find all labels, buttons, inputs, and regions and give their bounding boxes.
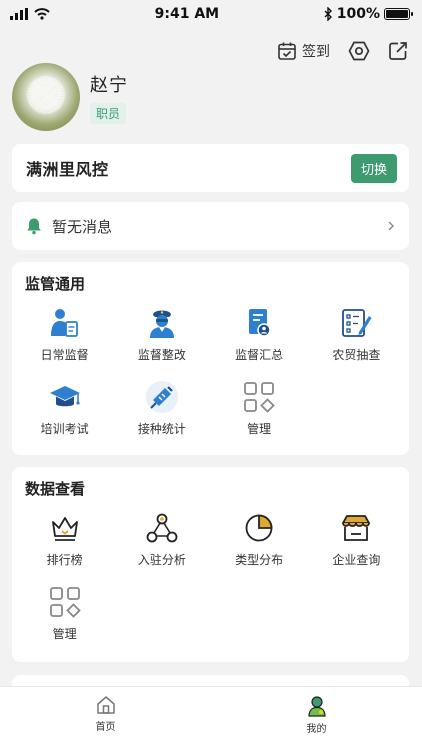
- menu-market-spot-check[interactable]: 农贸抽查: [308, 294, 405, 368]
- menu-label: 日常监督: [40, 348, 89, 362]
- menu-label: 接种统计: [137, 422, 186, 436]
- syringe-icon: [145, 380, 179, 414]
- menu-daily-supervision[interactable]: 日常监督: [16, 294, 113, 368]
- menu-company-query[interactable]: 企业查询: [308, 499, 405, 573]
- network-nodes-icon: [145, 511, 179, 545]
- document-summary-icon: [242, 306, 276, 340]
- data-view-section: 数据查看 排行榜 入驻分析 类型分布 企业查询 管理: [12, 467, 409, 662]
- tab-bar: 首页 我的: [0, 686, 422, 750]
- menu-label: 监督整改: [137, 348, 186, 362]
- switch-button[interactable]: 切换: [350, 153, 397, 183]
- menu-label: 企业查询: [332, 553, 381, 567]
- user-name: 赵宁: [90, 74, 128, 96]
- menu-label: 培训考试: [40, 422, 89, 436]
- tab-mine-label: 我的: [306, 724, 327, 735]
- inspector-icon: [48, 306, 82, 340]
- menu-label: 农贸抽查: [332, 348, 381, 362]
- graduation-cap-icon: [48, 380, 82, 414]
- org-name: 满洲里风控: [26, 160, 109, 179]
- menu-label: 类型分布: [235, 553, 284, 567]
- role-badge: 职员: [90, 102, 127, 124]
- menu-supervision-summary[interactable]: 监督汇总: [211, 294, 308, 368]
- menu-training-exam[interactable]: 培训考试: [16, 368, 113, 442]
- calendar-check-icon: [278, 42, 296, 60]
- tab-home-label: 首页: [95, 722, 116, 733]
- status-bar: 9:41 AM 100%: [0, 0, 422, 28]
- checkin-button[interactable]: 签到: [277, 41, 330, 61]
- message-card[interactable]: 暂无消息: [12, 202, 409, 250]
- pie-chart-icon: [242, 511, 276, 545]
- profile-icon: [307, 696, 326, 717]
- settings-button[interactable]: [348, 40, 370, 62]
- battery-icon: [383, 8, 413, 20]
- checkin-label: 签到: [302, 44, 330, 60]
- menu-settle-analysis[interactable]: 入驻分析: [113, 499, 210, 573]
- signal-icon: [10, 8, 28, 20]
- crown-icon: [48, 511, 82, 545]
- message-text: 暂无消息: [52, 217, 113, 236]
- tab-home[interactable]: 首页: [0, 687, 211, 750]
- chevron-right-icon: [388, 221, 394, 231]
- wifi-icon: [34, 8, 50, 20]
- tab-mine[interactable]: 我的: [211, 687, 422, 750]
- menu-label: 排行榜: [46, 553, 83, 567]
- home-icon: [96, 696, 115, 714]
- menu-vaccination-stats[interactable]: 接种统计: [113, 368, 210, 442]
- bell-icon: [27, 218, 41, 235]
- grid-manage-icon: [48, 585, 82, 619]
- checklist-edit-icon: [339, 306, 373, 340]
- menu-manage-data[interactable]: 管理: [16, 573, 113, 647]
- menu-label: 监督汇总: [235, 348, 284, 362]
- status-time: 9:41 AM: [154, 6, 220, 22]
- bluetooth-icon: [324, 7, 332, 21]
- menu-manage[interactable]: 管理: [211, 368, 308, 442]
- profile: 赵宁 职员: [12, 63, 128, 131]
- share-button[interactable]: [388, 41, 408, 61]
- share-icon: [389, 42, 407, 60]
- store-icon: [339, 511, 373, 545]
- data-view-title: 数据查看: [25, 480, 86, 498]
- grid-manage-icon: [242, 380, 276, 414]
- menu-ranking[interactable]: 排行榜: [16, 499, 113, 573]
- menu-label: 入驻分析: [137, 553, 186, 567]
- menu-label: 管理: [247, 422, 272, 436]
- battery-percent: 100%: [336, 6, 380, 22]
- signal-wifi: [10, 8, 50, 20]
- top-actions: 签到: [277, 38, 408, 64]
- menu-label: 管理: [52, 627, 77, 641]
- police-officer-icon: [145, 306, 179, 340]
- menu-type-distribution[interactable]: 类型分布: [211, 499, 308, 573]
- supervise-title: 监管通用: [25, 275, 86, 293]
- menu-supervision-rectify[interactable]: 监督整改: [113, 294, 210, 368]
- avatar[interactable]: [12, 63, 80, 131]
- settings-icon: [348, 41, 370, 61]
- org-card: 满洲里风控 切换: [12, 144, 409, 192]
- supervise-section: 监管通用 日常监督 监督整改 监督汇总 农贸抽查 培训考试 接种统计 管理: [12, 262, 409, 455]
